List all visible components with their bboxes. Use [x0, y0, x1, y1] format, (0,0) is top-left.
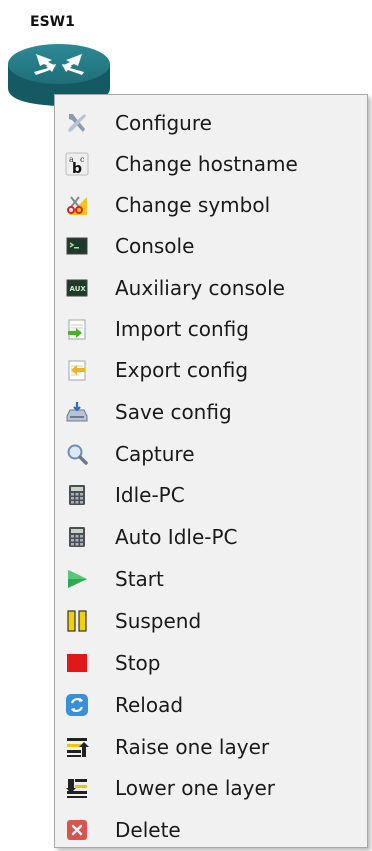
menu-item-change-symbol[interactable]: Change symbol	[55, 185, 367, 225]
calculator-icon	[65, 525, 89, 549]
menu-item-lower-one-layer[interactable]: Lower one layer	[55, 768, 367, 808]
lower-layer-icon	[65, 776, 89, 800]
menu-item-label: Capture	[115, 442, 195, 466]
menu-item-raise-one-layer[interactable]: Raise one layer	[55, 727, 367, 767]
topology-canvas: ESW1 Configure a c b Change hostname Cha…	[0, 0, 372, 851]
context-menu: Configure a c b Change hostname Change s…	[54, 94, 368, 848]
magnifier-icon	[65, 442, 89, 466]
svg-text:b: b	[72, 161, 82, 176]
configure-tools-icon	[65, 111, 89, 135]
calculator-icon	[65, 483, 89, 507]
menu-item-capture[interactable]: Capture	[55, 434, 367, 474]
menu-item-stop[interactable]: Stop	[55, 643, 367, 683]
reload-icon	[65, 693, 89, 717]
menu-item-label: Suspend	[115, 609, 202, 633]
console-terminal-icon	[65, 234, 89, 258]
raise-layer-icon	[65, 735, 89, 759]
pause-icon	[65, 609, 89, 633]
menu-item-label: Lower one layer	[115, 776, 276, 800]
menu-item-label: Reload	[115, 693, 184, 717]
menu-item-label: Start	[115, 567, 164, 591]
menu-item-auxiliary-console[interactable]: AUX Auxiliary console	[55, 268, 367, 308]
menu-item-label: Raise one layer	[115, 735, 270, 759]
play-icon	[65, 567, 89, 591]
svg-text:AUX: AUX	[70, 285, 87, 293]
menu-item-suspend[interactable]: Suspend	[55, 601, 367, 641]
menu-item-delete[interactable]: Delete	[55, 810, 367, 850]
export-config-icon	[65, 358, 89, 382]
menu-item-start[interactable]: Start	[55, 559, 367, 599]
change-symbol-icon	[65, 193, 89, 217]
menu-item-label: Idle-PC	[115, 483, 185, 507]
menu-item-label: Import config	[115, 317, 249, 341]
save-config-icon	[65, 400, 89, 424]
change-hostname-icon: a c b	[65, 152, 89, 176]
menu-item-label: Save config	[115, 400, 232, 424]
menu-item-label: Delete	[115, 818, 181, 842]
menu-item-label: Stop	[115, 651, 161, 675]
menu-item-idle-pc[interactable]: Idle-PC	[55, 475, 367, 515]
menu-item-change-hostname[interactable]: a c b Change hostname	[55, 144, 367, 184]
menu-item-label: Auxiliary console	[115, 276, 285, 300]
menu-item-label: Console	[115, 234, 195, 258]
menu-item-reload[interactable]: Reload	[55, 685, 367, 725]
stop-icon	[65, 651, 89, 675]
aux-console-icon: AUX	[65, 276, 89, 300]
menu-item-auto-idle-pc[interactable]: Auto Idle-PC	[55, 517, 367, 557]
menu-item-import-config[interactable]: Import config	[55, 309, 367, 349]
node-label: ESW1	[30, 14, 75, 30]
delete-icon	[65, 818, 89, 842]
import-config-icon	[65, 317, 89, 341]
menu-item-label: Configure	[115, 111, 212, 135]
menu-item-label: Change symbol	[115, 193, 271, 217]
menu-item-export-config[interactable]: Export config	[55, 350, 367, 390]
menu-item-label: Auto Idle-PC	[115, 525, 238, 549]
menu-item-label: Export config	[115, 358, 249, 382]
menu-item-configure[interactable]: Configure	[55, 103, 367, 143]
menu-item-console[interactable]: Console	[55, 226, 367, 266]
menu-item-label: Change hostname	[115, 152, 298, 176]
menu-item-save-config[interactable]: Save config	[55, 392, 367, 432]
